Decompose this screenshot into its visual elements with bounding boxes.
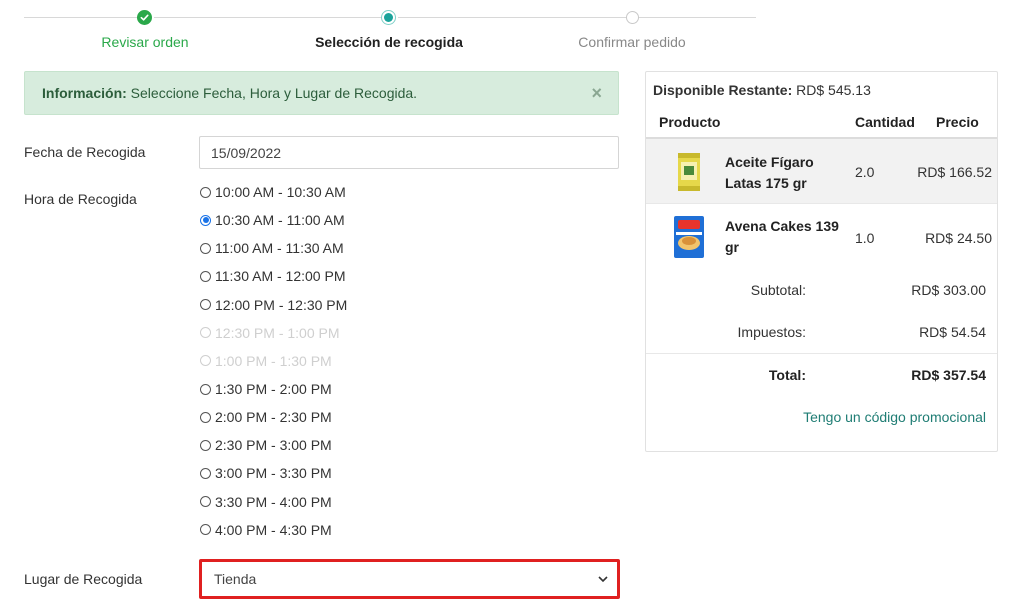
pickup-time-option: 12:30 PM - 1:00 PM (199, 319, 499, 347)
total-value: RD$ 357.54 (911, 367, 986, 383)
product-price: RD$ 24.50 (925, 230, 992, 246)
column-header-quantity: Cantidad (855, 114, 915, 130)
step-active-dot-icon (381, 10, 396, 25)
pickup-time-option-label: 1:30 PM - 2:00 PM (215, 381, 332, 398)
radio-button[interactable] (200, 270, 211, 282)
radio-button (200, 355, 211, 367)
pickup-time-option[interactable]: 12:00 PM - 12:30 PM (199, 291, 499, 319)
step-pickup-selection: Selección de recogida (315, 34, 463, 50)
subtotal-value: RD$ 303.00 (911, 282, 986, 298)
chevron-down-icon (598, 576, 608, 583)
radio-button[interactable] (200, 467, 211, 479)
info-alert: Información: Seleccione Fecha, Hora y Lu… (24, 71, 619, 115)
pickup-date-label: Fecha de Recogida (24, 144, 146, 160)
pickup-time-option-label: 12:00 PM - 12:30 PM (215, 296, 348, 313)
pickup-time-option-label: 3:00 PM - 3:30 PM (215, 465, 332, 482)
pickup-time-option[interactable]: 4:00 PM - 4:30 PM (199, 516, 499, 544)
pickup-time-option-label: 10:30 AM - 11:00 AM (215, 212, 345, 229)
stepper-line (638, 17, 756, 18)
pickup-time-option-label: 1:00 PM - 1:30 PM (215, 352, 332, 369)
divider (646, 353, 997, 354)
stepper-line (154, 17, 384, 18)
pickup-time-option[interactable]: 3:00 PM - 3:30 PM (199, 459, 499, 487)
product-name: Aceite Fígaro Latas 175 gr (725, 154, 814, 191)
stepper-line (398, 17, 626, 18)
pickup-time-radio-group: 10:00 AM - 10:30 AM 10:30 AM - 11:00 AM 11… (199, 178, 499, 544)
alert-message: Seleccione Fecha, Hora y Lugar de Recogi… (130, 85, 418, 101)
tax-label: Impuestos: (737, 324, 806, 340)
radio-button[interactable] (200, 411, 211, 423)
close-icon[interactable]: × (591, 83, 602, 104)
radio-button[interactable] (200, 524, 211, 536)
pickup-date-input[interactable] (199, 136, 619, 169)
pickup-time-option[interactable]: 2:30 PM - 3:00 PM (199, 431, 499, 459)
total-label: Total: (768, 367, 806, 383)
step-confirm-order: Confirmar pedido (578, 34, 686, 50)
pickup-place-label: Lugar de Recogida (24, 571, 143, 587)
pickup-place-select[interactable]: Tienda (199, 559, 620, 599)
cereal-box-product-icon (674, 216, 704, 258)
pickup-time-option[interactable]: 1:30 PM - 2:00 PM (199, 375, 499, 403)
promo-code-link[interactable]: Tengo un código promocional (803, 409, 986, 425)
column-header-product: Producto (659, 114, 721, 130)
pickup-time-option[interactable]: 11:30 AM - 12:00 PM (199, 262, 499, 290)
pickup-time-option[interactable]: 11:00 AM - 11:30 AM (199, 234, 499, 262)
table-row: Avena Cakes 139 gr 1.0 RD$ 24.50 (646, 203, 997, 269)
tax-value: RD$ 54.54 (919, 324, 986, 340)
radio-button[interactable] (200, 383, 211, 395)
pickup-time-option[interactable]: 3:30 PM - 4:00 PM (199, 488, 499, 516)
product-quantity: 2.0 (855, 164, 875, 180)
product-quantity: 1.0 (855, 230, 875, 246)
radio-button[interactable] (200, 439, 211, 451)
pickup-time-option-label: 2:30 PM - 3:00 PM (215, 437, 332, 454)
pickup-place-selected-value: Tienda (214, 571, 257, 587)
step-done-check-icon[interactable] (137, 10, 152, 25)
pickup-time-option-label: 2:00 PM - 2:30 PM (215, 409, 332, 426)
radio-button[interactable] (200, 299, 211, 311)
step-review-order[interactable]: Revisar orden (101, 34, 188, 50)
radio-button[interactable] (200, 242, 211, 254)
pickup-time-option-label: 11:30 AM - 12:00 PM (215, 268, 346, 285)
pickup-time-option-label: 4:00 PM - 4:30 PM (215, 521, 332, 538)
available-balance: Disponible Restante: RD$ 545.13 (653, 82, 871, 98)
pickup-time-option-label: 3:30 PM - 4:00 PM (215, 493, 332, 510)
available-balance-value: RD$ 545.13 (796, 82, 871, 98)
product-price: RD$ 166.52 (917, 164, 992, 180)
checkout-stepper: Revisar orden Selección de recogida Conf… (24, 0, 756, 60)
product-name: Avena Cakes 139 gr (725, 218, 839, 255)
available-balance-label: Disponible Restante: (653, 82, 793, 98)
pickup-time-option-label: 10:00 AM - 10:30 AM (215, 184, 346, 201)
table-row: Aceite Fígaro Latas 175 gr 2.0 RD$ 166.5… (646, 137, 997, 203)
pickup-time-option[interactable]: 10:30 AM - 11:00 AM (199, 206, 499, 234)
alert-title: Información: (42, 85, 127, 101)
step-pending-dot-icon (626, 11, 639, 24)
pickup-time-option-label: 12:30 PM - 1:00 PM (215, 324, 340, 341)
radio-button[interactable] (200, 214, 211, 226)
pickup-time-option: 1:00 PM - 1:30 PM (199, 347, 499, 375)
radio-button[interactable] (200, 496, 211, 508)
pickup-time-option[interactable]: 10:00 AM - 10:30 AM (199, 178, 499, 206)
radio-button[interactable] (200, 186, 211, 198)
oil-can-product-icon (678, 153, 700, 191)
pickup-time-option[interactable]: 2:00 PM - 2:30 PM (199, 403, 499, 431)
column-header-price: Precio (936, 114, 979, 130)
pickup-time-option-label: 11:00 AM - 11:30 AM (215, 240, 344, 257)
order-summary-card: Disponible Restante: RD$ 545.13 Producto… (645, 71, 998, 452)
subtotal-label: Subtotal: (750, 282, 806, 298)
pickup-time-label: Hora de Recogida (24, 191, 137, 207)
stepper-line (24, 17, 144, 18)
radio-button (200, 327, 211, 339)
